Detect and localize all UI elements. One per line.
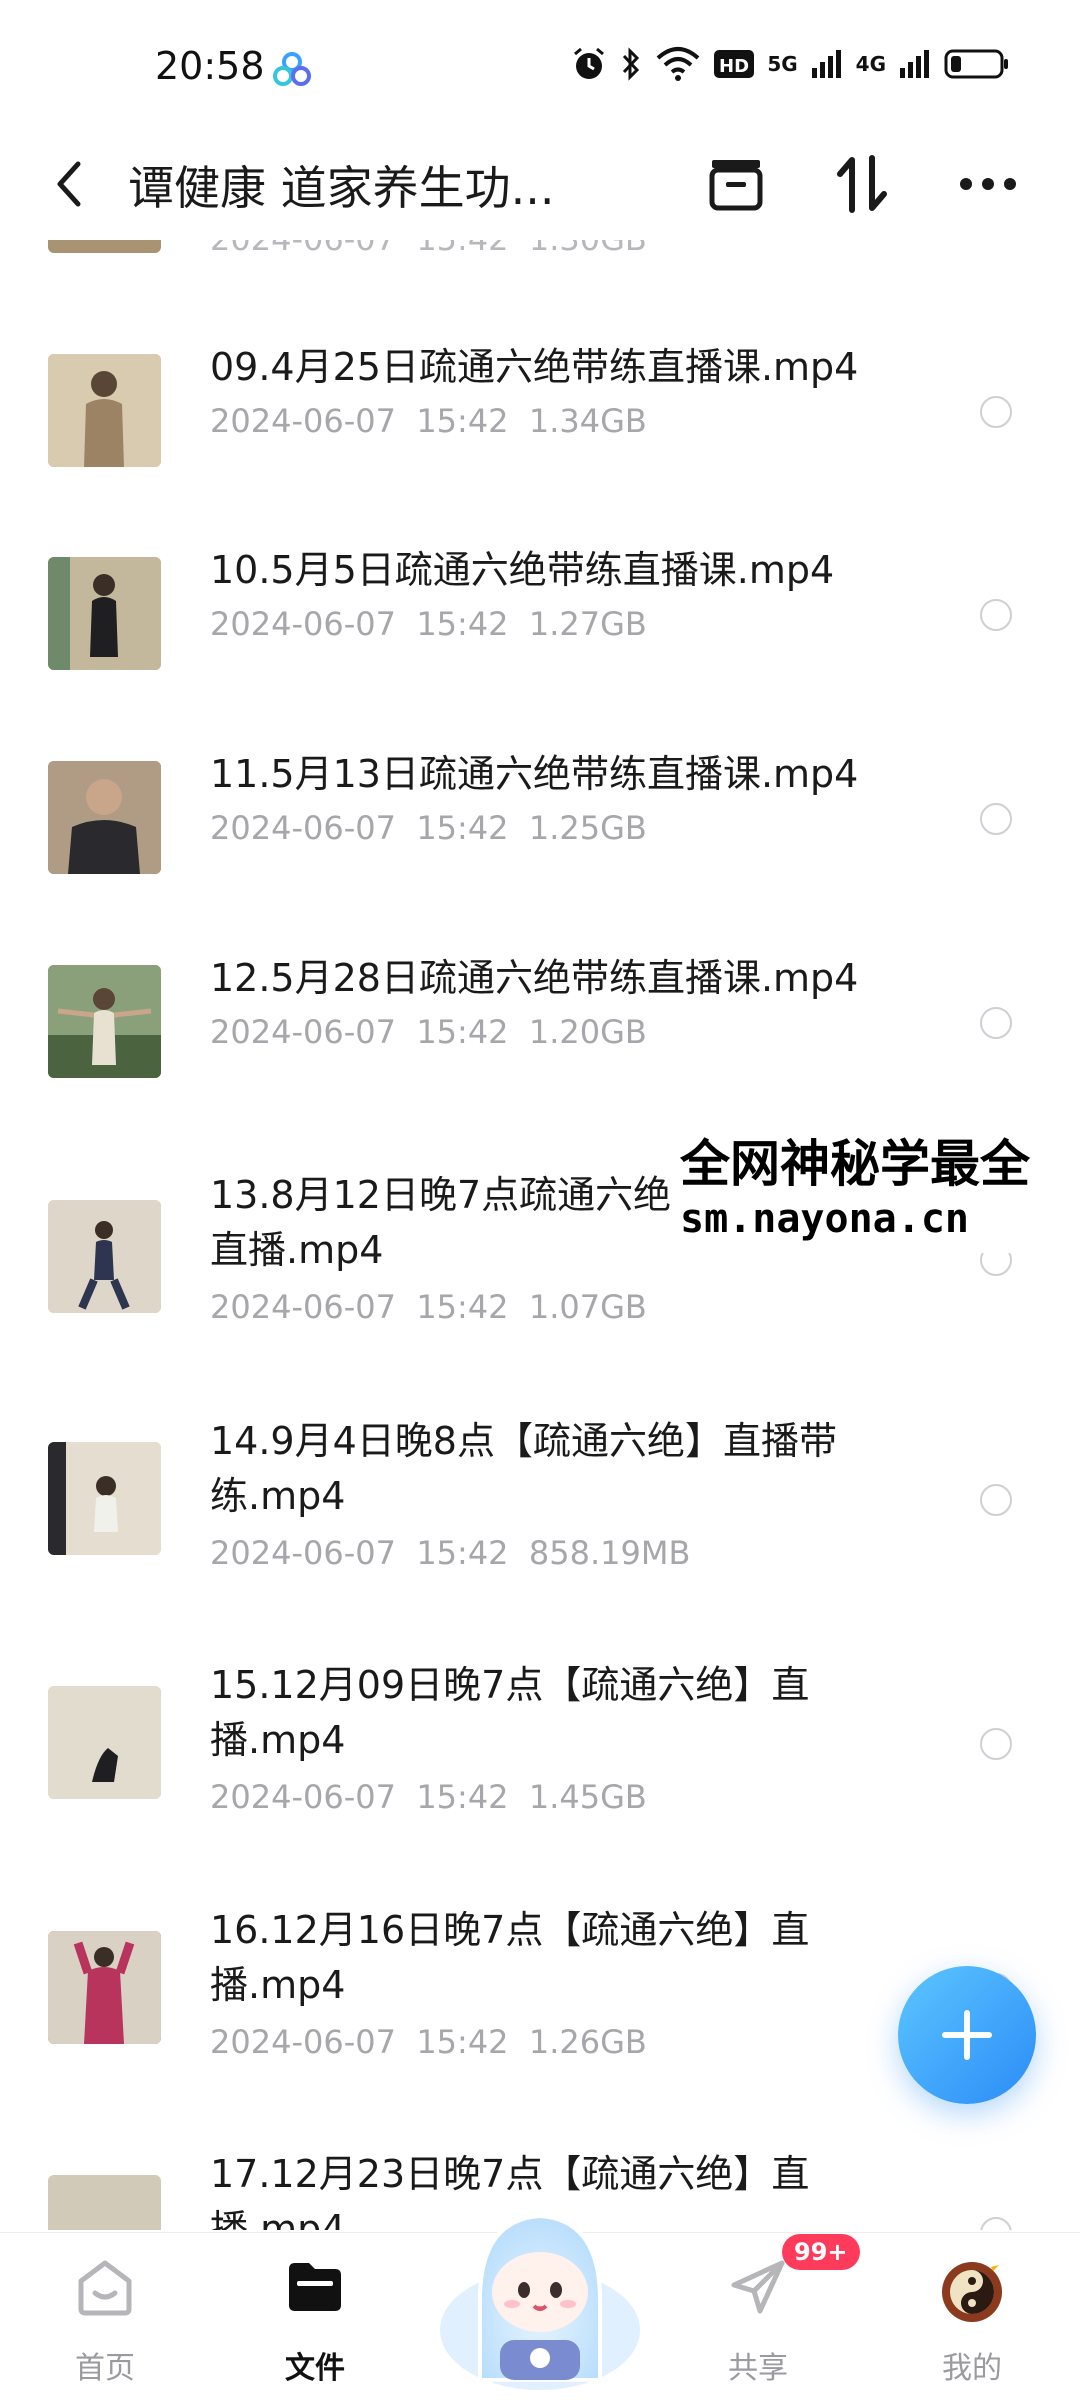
nav-label-files: 文件 <box>285 2351 345 2386</box>
header-bar: 谭健康 道家养生功... <box>0 130 1080 240</box>
list-item[interactable]: 11.5月13日疏通六绝带练直播课.mp4 2024-06-07 15:42 1… <box>0 747 1080 947</box>
folder-icon <box>289 2263 341 2311</box>
wifi-icon <box>656 47 700 81</box>
more-dots-icon <box>960 178 1016 190</box>
plus-icon <box>942 2010 992 2060</box>
video-thumbnail <box>48 761 161 874</box>
file-meta: 2024-06-07 15:42 1.34GB <box>210 402 647 440</box>
select-radio[interactable] <box>980 599 1012 631</box>
nav-label-share: 共享 <box>728 2351 788 2386</box>
file-name: 11.5月13日疏通六绝带练直播课.mp4 <box>210 752 859 796</box>
file-name: 15.12月09日晚7点【疏通六绝】直播.mp4 <box>210 1663 810 1762</box>
file-meta: 2024-06-07 15:42 858.19MB <box>210 1534 691 1572</box>
sort-icon <box>837 155 887 213</box>
home-icon <box>78 2260 132 2316</box>
video-thumbnail <box>48 1200 161 1313</box>
back-arrow-icon[interactable] <box>50 154 90 214</box>
archive-icon <box>709 160 763 211</box>
add-button[interactable] <box>898 1966 1036 2104</box>
baidu-netdisk-icon <box>273 52 311 86</box>
bluetooth-icon <box>623 47 640 81</box>
app-screen: 20:58 HD 5G 4G 谭健康 道家养生功... 09.4月25日疏通六绝… <box>0 0 1080 2400</box>
file-name: 14.9月4日晚8点【疏通六绝】直播带练.mp4 <box>210 1419 837 1518</box>
person-figure-icon <box>48 557 161 670</box>
nav-item-files[interactable]: 文件 <box>225 2233 405 2400</box>
share-badge: 99+ <box>782 2234 860 2270</box>
select-radio[interactable] <box>980 1007 1012 1039</box>
mascot-assistant-icon[interactable] <box>430 2180 650 2400</box>
person-figure-icon <box>48 1686 161 1799</box>
status-icons: HD 5G 4G <box>571 46 1010 82</box>
select-radio[interactable] <box>980 1484 1012 1516</box>
more-button[interactable] <box>952 148 1024 220</box>
list-item[interactable]: 12.5月28日疏通六绝带练直播课.mp4 2024-06-07 15:42 1… <box>0 951 1080 1151</box>
select-radio[interactable] <box>980 2217 1012 2230</box>
video-thumbnail <box>48 965 161 1078</box>
network-5g-label: 5G <box>767 52 798 76</box>
battery-icon <box>944 49 1008 79</box>
video-thumbnail <box>48 1931 161 2044</box>
page-title: 谭健康 道家养生功... <box>128 161 555 215</box>
svg-text:HD: HD <box>719 56 749 77</box>
signal-icon-1 <box>811 50 841 78</box>
watermark-line-1: 全网神秘学最全 <box>680 1135 1030 1193</box>
nav-item-home[interactable]: 首页 <box>15 2233 195 2400</box>
list-item[interactable]: 09.4月25日疏通六绝带练直播课.mp4 2024-06-07 15:42 1… <box>0 340 1080 540</box>
list-item[interactable]: 15.12月09日晚7点【疏通六绝】直播.mp4 2024-06-07 15:4… <box>0 1658 1080 1898</box>
file-meta: 2024-06-07 15:42 1.27GB <box>210 605 647 643</box>
list-item[interactable]: 10.5月5日疏通六绝带练直播课.mp4 2024-06-07 15:42 1.… <box>0 543 1080 743</box>
person-figure-icon <box>48 1931 161 2044</box>
status-bar: 20:58 HD 5G 4G <box>0 0 1080 130</box>
nav-label-home: 首页 <box>75 2351 135 2386</box>
list-item-partial[interactable]: 2024-06-07 15:42 1.30GB <box>0 240 1080 260</box>
file-meta: 2024-06-07 15:42 1.20GB <box>210 1013 647 1051</box>
archive-button[interactable] <box>700 148 772 220</box>
signal-icon-2 <box>900 50 929 78</box>
nav-item-mine[interactable]: 我的 <box>882 2233 1062 2400</box>
file-name: 12.5月28日疏通六绝带练直播课.mp4 <box>210 956 859 1000</box>
hd-icon: HD <box>714 50 755 78</box>
person-figure-icon <box>48 354 161 467</box>
video-thumbnail <box>48 1442 161 1555</box>
file-name: 16.12月16日晚7点【疏通六绝】直播.mp4 <box>210 1908 810 2007</box>
watermark-overlay: 全网神秘学最全 sm.nayona.cn <box>670 1125 1075 1253</box>
status-time: 20:58 <box>155 44 265 88</box>
file-meta: 2024-06-07 15:42 1.25GB <box>210 809 647 847</box>
network-4g-label: 4G <box>855 52 886 76</box>
video-thumbnail <box>48 557 161 670</box>
person-figure-icon <box>48 965 161 1078</box>
video-thumbnail <box>48 2175 161 2230</box>
avatar-icon <box>942 2259 1002 2322</box>
person-figure-icon <box>48 1442 161 1555</box>
list-item[interactable]: 14.9月4日晚8点【疏通六绝】直播带练.mp4 2024-06-07 15:4… <box>0 1414 1080 1654</box>
file-meta: 2024-06-07 15:42 1.30GB <box>210 240 647 258</box>
file-meta: 2024-06-07 15:42 1.45GB <box>210 1778 647 1816</box>
person-figure-icon <box>48 1200 161 1313</box>
paper-plane-icon <box>731 2260 785 2314</box>
file-name: 10.5月5日疏通六绝带练直播课.mp4 <box>210 548 835 592</box>
file-name: 09.4月25日疏通六绝带练直播课.mp4 <box>210 345 859 389</box>
nav-label-mine: 我的 <box>942 2351 1002 2386</box>
select-radio[interactable] <box>980 803 1012 835</box>
video-thumbnail <box>48 354 161 467</box>
select-radio[interactable] <box>980 396 1012 428</box>
sort-button[interactable] <box>826 148 898 220</box>
watermark-line-2: sm.nayona.cn <box>680 1196 969 1242</box>
video-thumbnail <box>48 1686 161 1799</box>
file-meta: 2024-06-07 15:42 1.26GB <box>210 2023 647 2061</box>
alarm-icon <box>574 47 605 79</box>
video-thumbnail <box>48 240 161 253</box>
file-meta: 2024-06-07 15:42 1.07GB <box>210 1288 647 1326</box>
person-figure-icon <box>48 761 161 874</box>
select-radio[interactable] <box>980 1728 1012 1760</box>
